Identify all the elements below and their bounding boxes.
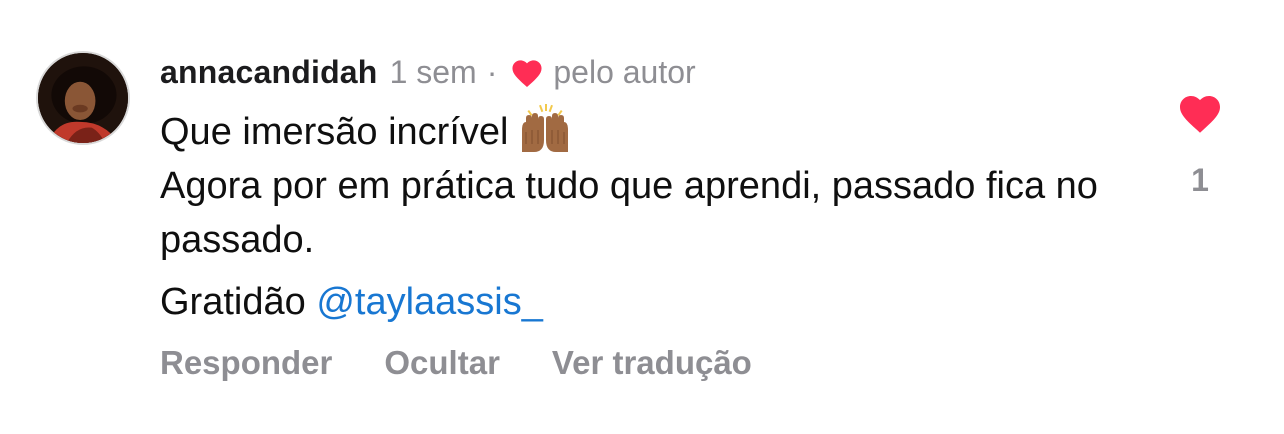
username[interactable]: annacandidah [160, 50, 378, 94]
avatar[interactable] [36, 51, 130, 145]
comment-text-line2: Agora por em prática tudo que aprendi, p… [160, 165, 1098, 261]
heart-icon [509, 56, 545, 88]
comment-text-line1: Que imersão incrível [160, 111, 509, 153]
comment-time: 1 sem [389, 54, 477, 90]
raising-hands-icon [516, 104, 574, 154]
avatar-image [38, 53, 128, 143]
reply-button[interactable]: Responder [160, 344, 332, 382]
hide-button[interactable]: Ocultar [384, 344, 500, 382]
comment-line: Agora por em prática tudo que aprendi, p… [160, 159, 1140, 267]
comment-text-line3: Gratidão [160, 281, 317, 323]
liked-by-author-label: pelo autor [553, 54, 696, 90]
translate-button[interactable]: Ver tradução [552, 344, 752, 382]
like-button[interactable] [1176, 90, 1224, 134]
comment-body: Que imersão incrível Agora por em prátic… [160, 104, 1140, 329]
mention-link[interactable]: @taylaassis_ [316, 281, 543, 323]
heart-filled-icon [1180, 96, 1220, 133]
meta-separator: · [486, 54, 498, 90]
like-count[interactable]: 1 [1176, 162, 1224, 199]
comment-header: annacandidah 1 sem · pelo autor [160, 50, 696, 94]
comment-line: Que imersão incrível [160, 104, 1140, 159]
comment-line: Gratidão @taylaassis_ [160, 275, 1140, 329]
comment-actions: Responder Ocultar Ver tradução [160, 344, 804, 382]
